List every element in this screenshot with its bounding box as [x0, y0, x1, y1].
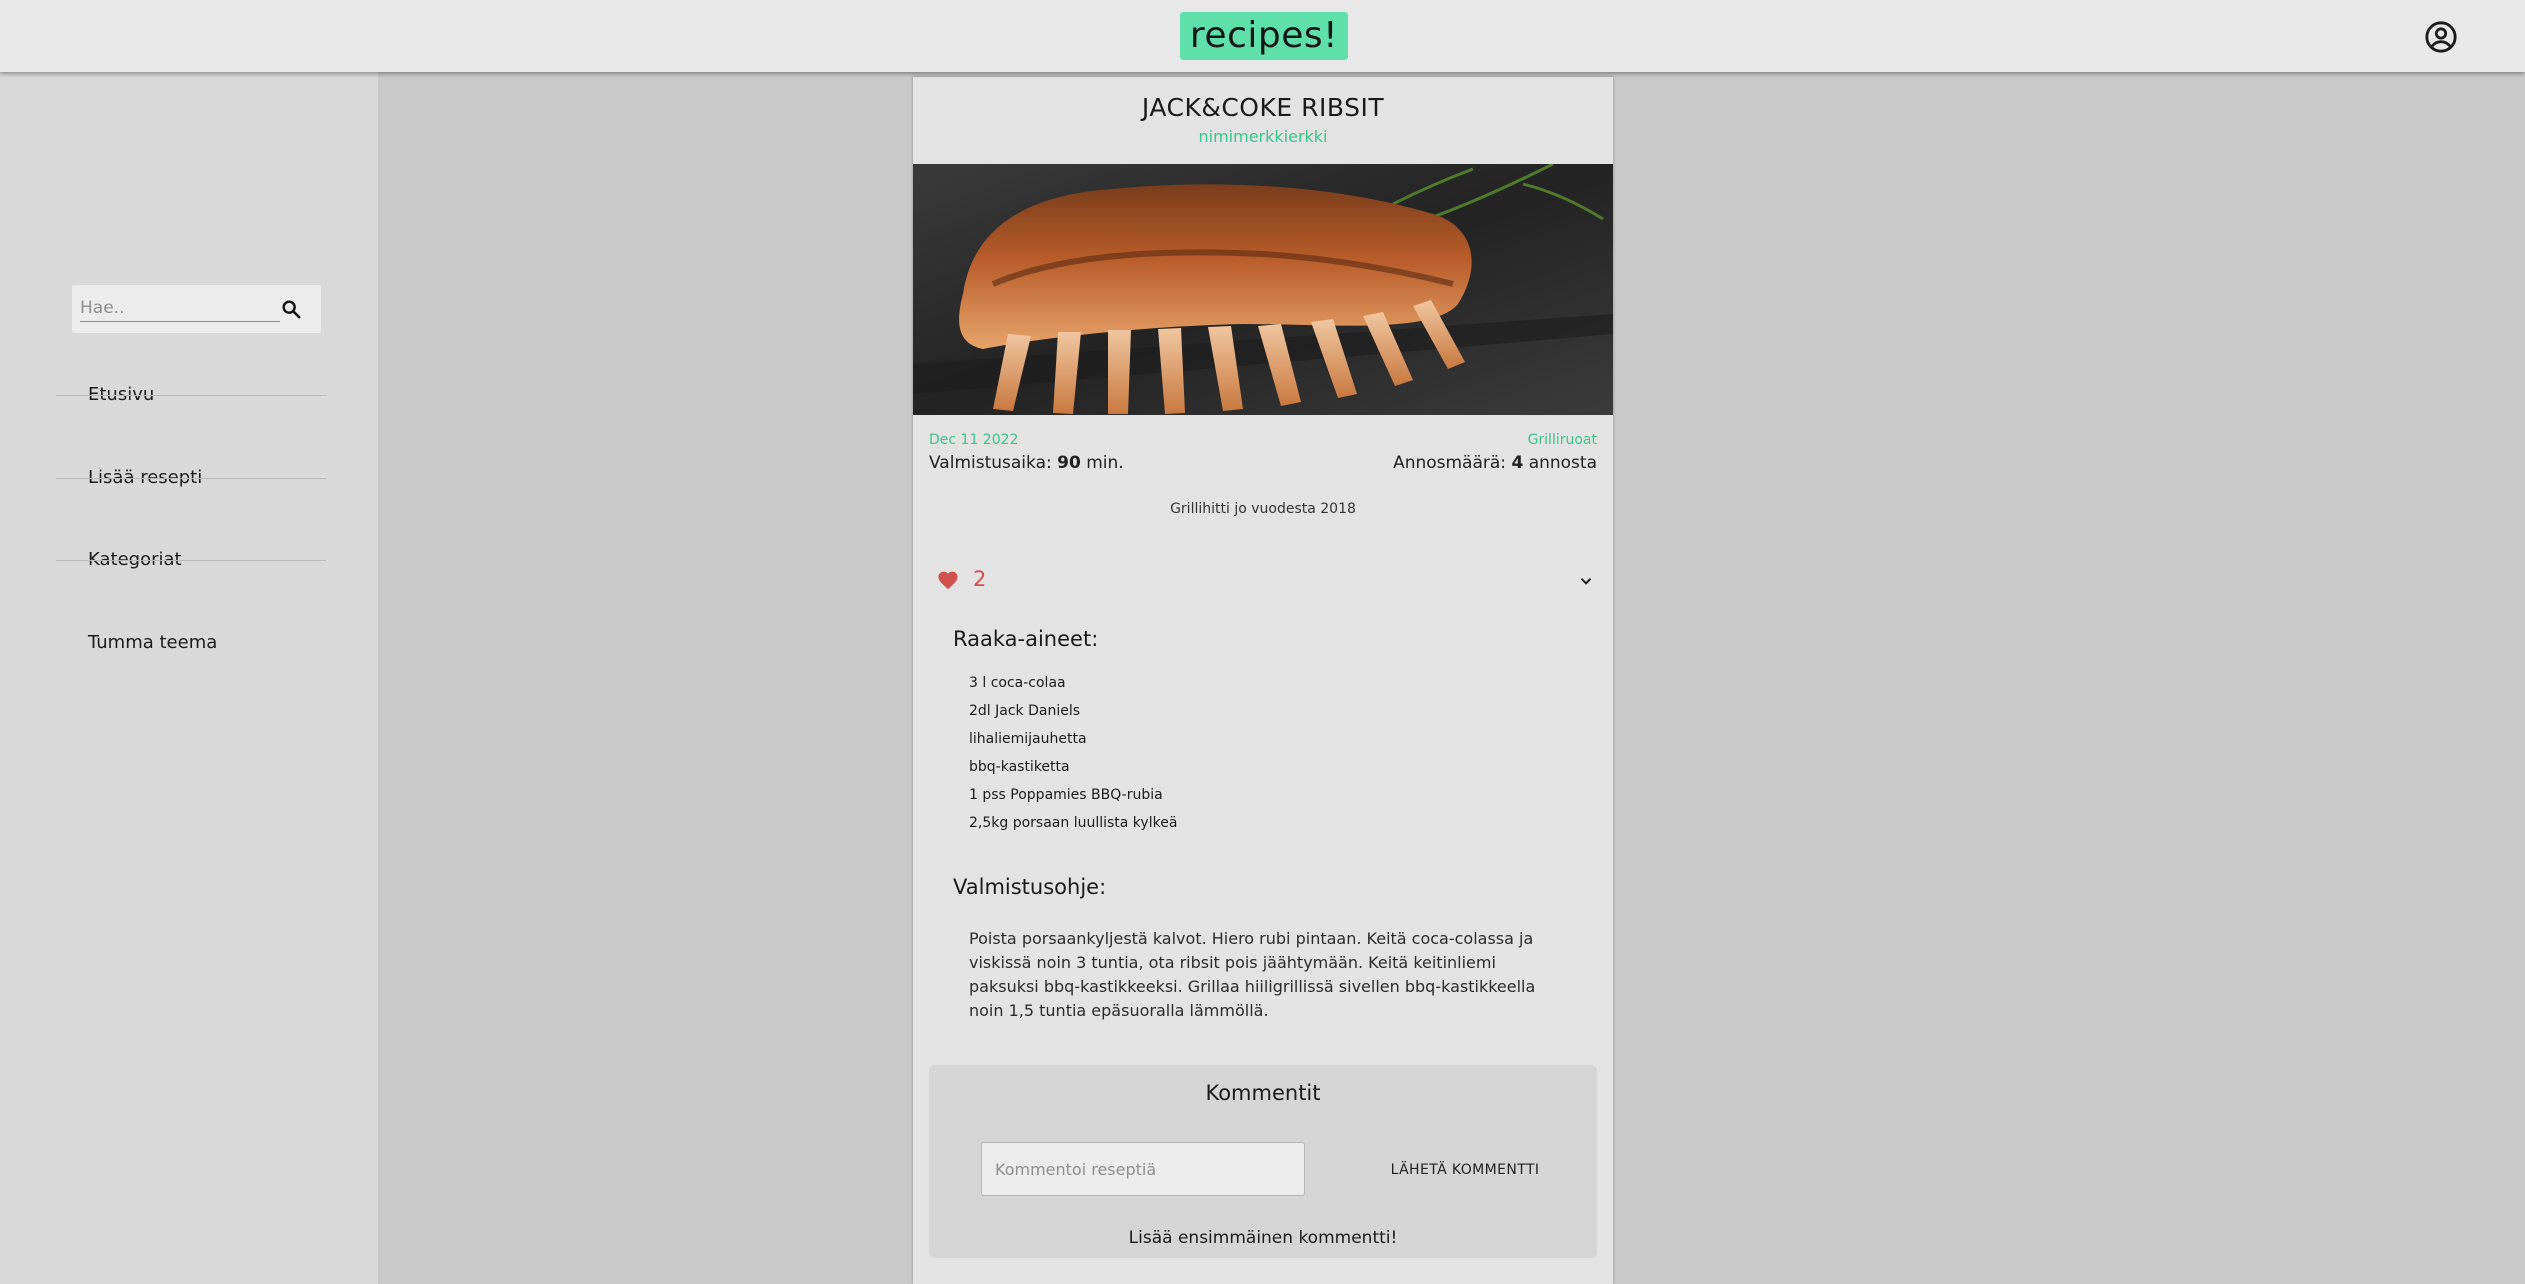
servings-label: Annosmäärä:: [1393, 453, 1507, 473]
comment-input[interactable]: [981, 1142, 1305, 1196]
ingredient-item: 2,5kg porsaan luullista kylkeä: [969, 815, 1178, 831]
search-icon[interactable]: [280, 298, 302, 320]
recipe-description: Grillihitti jo vuodesta 2018: [1170, 501, 1356, 517]
servings-unit: annosta: [1528, 453, 1597, 473]
instructions-text: Poista porsaankyljestä kalvot. Hiero rub…: [969, 929, 1536, 1020]
ingredients-list: 3 l coca-colaa 2dl Jack Daniels lihaliem…: [969, 669, 1177, 837]
sidebar-item-dark-theme[interactable]: Tumma teema: [56, 602, 326, 684]
top-app-bar: recipes!: [0, 0, 2525, 72]
ingredient-item: 3 l coca-colaa: [969, 675, 1066, 691]
sidebar-item-label: Tumma teema: [88, 632, 218, 653]
comments-title: Kommentit: [1205, 1081, 1321, 1105]
app-logo[interactable]: recipes!: [1180, 12, 1348, 60]
ingredient-item: 2dl Jack Daniels: [969, 703, 1081, 719]
servings-value: 4: [1511, 453, 1524, 473]
sidebar-divider: [56, 395, 326, 396]
ingredient-item: lihaliemijauhetta: [969, 731, 1087, 747]
prep-time-value: 90: [1057, 453, 1081, 473]
servings: Annosmäärä: 4 annosta: [1393, 453, 1597, 473]
heart-icon: [938, 571, 958, 590]
recipe-author-link[interactable]: nimimerkkierkki: [913, 127, 1613, 146]
prep-time-label: Valmistusaika:: [929, 453, 1052, 473]
instructions-heading: Valmistusohje:: [953, 875, 1107, 899]
ingredient-item: bbq-kastiketta: [969, 759, 1070, 775]
like-count: 2: [973, 567, 987, 591]
recipe-card: JACK&COKE RIBSIT nimimerkkierkki Dec 11 …: [913, 77, 1613, 1284]
sidebar-divider: [56, 478, 326, 479]
search-box: [72, 285, 321, 333]
prep-time-unit: min.: [1086, 453, 1124, 473]
chevron-down-icon[interactable]: [1575, 570, 1597, 592]
recipe-title: JACK&COKE RIBSIT: [1141, 93, 1385, 122]
recipe-category-link[interactable]: Grilliruoat: [1528, 432, 1597, 448]
account-circle-icon[interactable]: [2424, 20, 2458, 54]
ingredients-heading: Raaka-aineet:: [953, 627, 1099, 651]
comments-section: Kommentit LÄHETÄ KOMMENTTI Lisää ensimmä…: [929, 1065, 1597, 1258]
prep-time: Valmistusaika: 90 min.: [929, 453, 1124, 473]
recipe-date: Dec 11 2022: [929, 432, 1019, 448]
ingredient-item: 1 pss Poppamies BBQ-rubia: [969, 787, 1163, 803]
send-comment-button[interactable]: LÄHETÄ KOMMENTTI: [1385, 1153, 1545, 1187]
no-comments-text: Lisää ensimmäinen kommentti!: [1128, 1228, 1398, 1248]
sidebar-divider: [56, 560, 326, 561]
sidebar: Etusivu Lisää resepti Kategoriat Tumma t…: [0, 72, 378, 1284]
search-input[interactable]: [80, 295, 280, 322]
recipe-photo: [913, 164, 1613, 415]
